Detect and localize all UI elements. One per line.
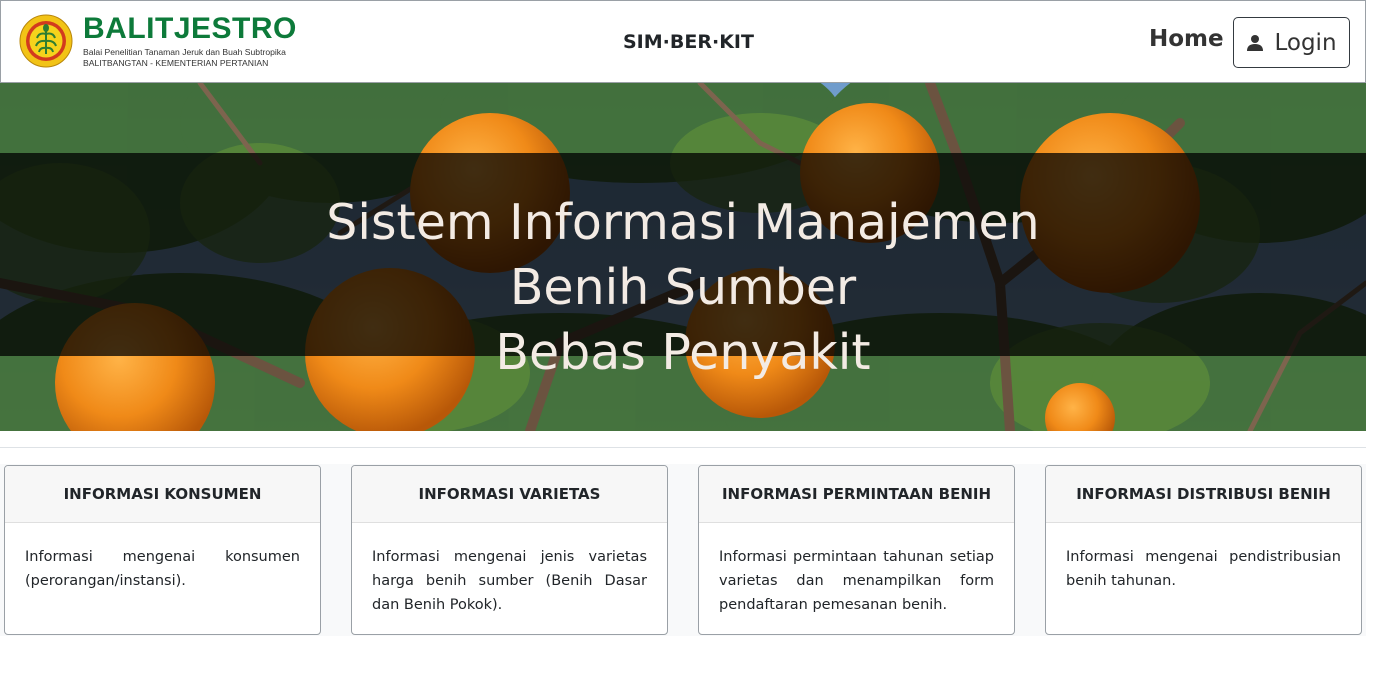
card-title: INFORMASI DISTRIBUSI BENIH <box>1046 466 1361 523</box>
hero-title-line-2: Benih Sumber <box>509 258 857 316</box>
card-informasi-konsumen[interactable]: INFORMASI KONSUMEN Informasi mengenai ko… <box>4 465 321 635</box>
login-label: Login <box>1274 29 1337 56</box>
nav-home-link[interactable]: Home <box>1149 26 1224 52</box>
hero-title-line-1: Sistem Informasi Manajemen <box>326 193 1040 251</box>
card-informasi-permintaan-benih[interactable]: INFORMASI PERMINTAAN BENIH Informasi per… <box>698 465 1015 635</box>
brand-logo-link[interactable]: BALITJESTRO Balai Penelitian Tanaman Jer… <box>19 14 297 68</box>
hero-title: Sistem Informasi Manajemen Benih Sumber … <box>0 190 1366 385</box>
navbar: BALITJESTRO Balai Penelitian Tanaman Jer… <box>0 0 1366 83</box>
hero-title-line-3: Bebas Penyakit <box>495 323 871 381</box>
brand-ministry: BALITBANGTAN - KEMENTERIAN PERTANIAN <box>83 57 269 68</box>
card-title: INFORMASI KONSUMEN <box>5 466 320 523</box>
card-description: Informasi mengenai pendistribusian benih… <box>1066 549 1341 589</box>
brand-subtitle: Balai Penelitian Tanaman Jeruk dan Buah … <box>83 47 286 57</box>
card-description: Informasi permintaan tahunan setiap vari… <box>719 549 994 613</box>
app-title: SIM·BER·KIT <box>623 31 754 53</box>
card-informasi-varietas[interactable]: INFORMASI VARIETAS Informasi mengenai je… <box>351 465 668 635</box>
balitbangtan-emblem-icon <box>19 14 73 68</box>
card-title: INFORMASI PERMINTAAN BENIH <box>699 466 1014 523</box>
card-informasi-distribusi-benih[interactable]: INFORMASI DISTRIBUSI BENIH Informasi men… <box>1045 465 1362 635</box>
hero-banner: Sistem Informasi Manajemen Benih Sumber … <box>0 83 1366 431</box>
section-divider <box>0 447 1366 448</box>
card-description: Informasi mengenai jenis varietas harga … <box>372 549 647 613</box>
user-icon <box>1247 34 1264 51</box>
brand-name: BALITJESTRO <box>83 12 297 45</box>
card-title: INFORMASI VARIETAS <box>352 466 667 523</box>
card-description: Informasi mengenai konsumen (perorangan/… <box>25 549 300 589</box>
login-button[interactable]: Login <box>1233 17 1350 68</box>
